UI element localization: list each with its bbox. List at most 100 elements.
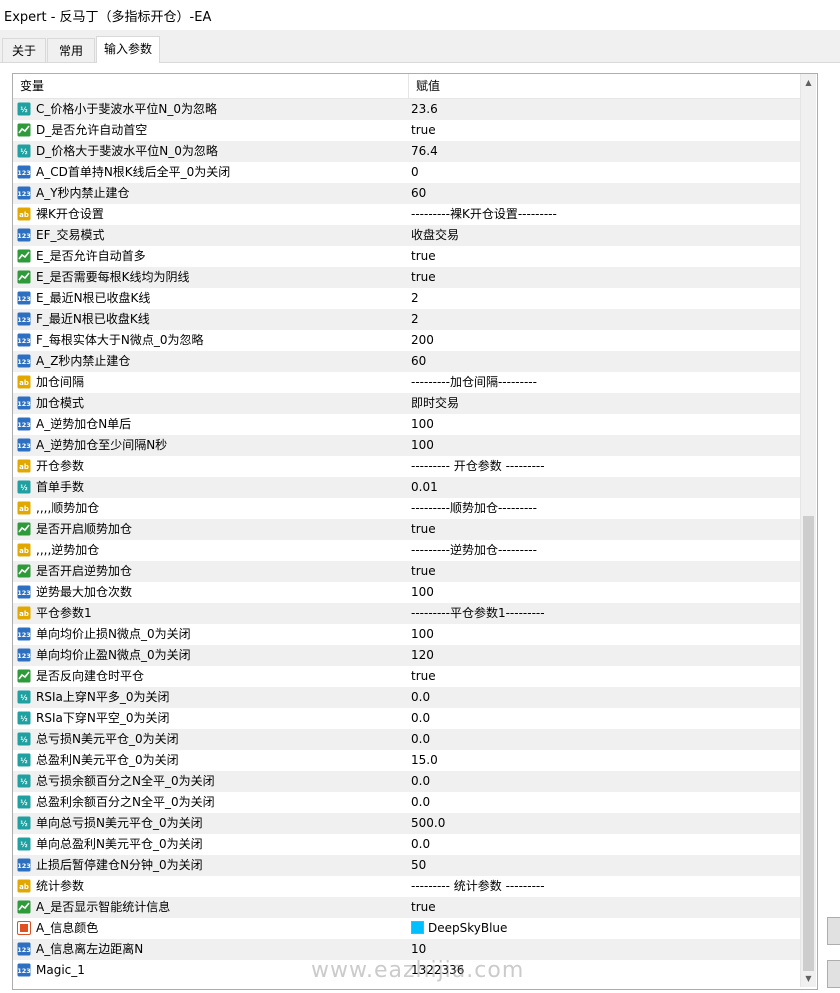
table-row[interactable]: ab 裸K开仓设置 ---------裸K开仓设置--------- <box>13 204 801 225</box>
value-text: --------- 开仓参数 --------- <box>411 459 545 473</box>
value-cell[interactable]: 2 <box>409 309 801 330</box>
value-cell[interactable]: ---------顺势加仓--------- <box>409 498 801 519</box>
value-cell[interactable]: 500.0 <box>409 813 801 834</box>
value-cell[interactable]: ---------逆势加仓--------- <box>409 540 801 561</box>
side-button-lower[interactable] <box>827 960 840 988</box>
value-cell[interactable]: ---------平仓参数1--------- <box>409 603 801 624</box>
value-cell[interactable]: true <box>409 120 801 141</box>
value-cell[interactable]: 100 <box>409 435 801 456</box>
value-cell[interactable]: 100 <box>409 414 801 435</box>
table-row[interactable]: 123 加仓模式 即时交易 <box>13 393 801 414</box>
value-cell[interactable]: 100 <box>409 582 801 603</box>
value-cell[interactable]: --------- 统计参数 --------- <box>409 876 801 897</box>
scroll-down-button[interactable]: ▼ <box>801 970 816 987</box>
value-text: 100 <box>411 417 434 431</box>
value-cell[interactable]: 10 <box>409 939 801 960</box>
table-row[interactable]: D_是否允许自动首空 true <box>13 120 801 141</box>
table-row[interactable]: 是否开启顺势加仓 true <box>13 519 801 540</box>
table-row[interactable]: E_是否需要每根K线均为阴线 true <box>13 267 801 288</box>
table-row[interactable]: 123 单向均价止损N微点_0为关闭 100 <box>13 624 801 645</box>
table-row[interactable]: ½ D_价格大于斐波水平位N_0为忽略 76.4 <box>13 141 801 162</box>
table-row[interactable]: 123 EF_交易模式 收盘交易 <box>13 225 801 246</box>
table-row[interactable]: 123 E_最近N根已收盘K线 2 <box>13 288 801 309</box>
table-row[interactable]: 123 逆势最大加仓次数 100 <box>13 582 801 603</box>
table-row[interactable]: ½ 单向总亏损N美元平仓_0为关闭 500.0 <box>13 813 801 834</box>
column-header-value[interactable]: 赋值 <box>409 74 801 98</box>
value-cell[interactable]: 0 <box>409 162 801 183</box>
table-row[interactable]: 123 单向均价止盈N微点_0为关闭 120 <box>13 645 801 666</box>
value-cell[interactable]: 15.0 <box>409 750 801 771</box>
value-cell[interactable]: 0.0 <box>409 687 801 708</box>
column-header-variable[interactable]: 变量 <box>13 74 409 98</box>
value-cell[interactable]: 76.4 <box>409 141 801 162</box>
table-row[interactable]: A_信息颜色 DeepSkyBlue <box>13 918 801 939</box>
value-cell[interactable]: 0.0 <box>409 729 801 750</box>
value-text: ---------逆势加仓--------- <box>411 543 537 557</box>
svg-text:123: 123 <box>17 946 31 954</box>
value-cell[interactable]: 0.0 <box>409 708 801 729</box>
table-row[interactable]: ½ 首单手数 0.01 <box>13 477 801 498</box>
side-button-upper[interactable] <box>827 917 840 945</box>
value-cell[interactable]: 收盘交易 <box>409 225 801 246</box>
table-row[interactable]: ab ,,,,逆势加仓 ---------逆势加仓--------- <box>13 540 801 561</box>
tab-about[interactable]: 关于 <box>2 38 46 62</box>
tab-inputs[interactable]: 输入参数 <box>96 36 160 63</box>
table-row[interactable]: ab ,,,,顺势加仓 ---------顺势加仓--------- <box>13 498 801 519</box>
value-cell[interactable]: 0.0 <box>409 771 801 792</box>
value-cell[interactable]: 0.0 <box>409 792 801 813</box>
table-row[interactable]: 123 A_逆势加仓至少间隔N秒 100 <box>13 435 801 456</box>
table-row[interactable]: ½ RSIa上穿N平多_0为关闭 0.0 <box>13 687 801 708</box>
value-cell[interactable]: true <box>409 267 801 288</box>
table-row[interactable]: ab 统计参数 --------- 统计参数 --------- <box>13 876 801 897</box>
table-row[interactable]: ab 加仓间隔 ---------加仓间隔--------- <box>13 372 801 393</box>
value-cell[interactable]: 60 <box>409 351 801 372</box>
table-row[interactable]: 123 A_Y秒内禁止建仓 60 <box>13 183 801 204</box>
value-cell[interactable]: 60 <box>409 183 801 204</box>
tab-common[interactable]: 常用 <box>47 38 95 62</box>
value-cell[interactable]: 120 <box>409 645 801 666</box>
value-cell[interactable]: 23.6 <box>409 99 801 120</box>
window-title: Expert - 反马丁（多指标开仓）-EA <box>4 10 212 25</box>
value-cell[interactable]: true <box>409 666 801 687</box>
value-cell[interactable]: 100 <box>409 624 801 645</box>
table-row[interactable]: ½ C_价格小于斐波水平位N_0为忽略 23.6 <box>13 99 801 120</box>
table-row[interactable]: ½ 总亏损余额百分之N全平_0为关闭 0.0 <box>13 771 801 792</box>
table-row[interactable]: 123 F_每根实体大于N微点_0为忽略 200 <box>13 330 801 351</box>
table-row[interactable]: ½ RSIa下穿N平空_0为关闭 0.0 <box>13 708 801 729</box>
table-row[interactable]: ab 平仓参数1 ---------平仓参数1--------- <box>13 603 801 624</box>
table-row[interactable]: 123 止损后暂停建仓N分钟_0为关闭 50 <box>13 855 801 876</box>
table-row[interactable]: ½ 单向总盈利N美元平仓_0为关闭 0.0 <box>13 834 801 855</box>
value-cell[interactable]: 0.01 <box>409 477 801 498</box>
table-row[interactable]: A_是否显示智能统计信息 true <box>13 897 801 918</box>
scroll-thumb[interactable] <box>803 516 814 971</box>
table-row[interactable]: ½ 总亏损N美元平仓_0为关闭 0.0 <box>13 729 801 750</box>
table-row[interactable]: 123 F_最近N根已收盘K线 2 <box>13 309 801 330</box>
value-cell[interactable]: 200 <box>409 330 801 351</box>
table-row[interactable]: 是否反向建仓时平仓 true <box>13 666 801 687</box>
table-row[interactable]: 123 A_Z秒内禁止建仓 60 <box>13 351 801 372</box>
table-row[interactable]: E_是否允许自动首多 true <box>13 246 801 267</box>
value-cell[interactable]: --------- 开仓参数 --------- <box>409 456 801 477</box>
table-row[interactable]: ½ 总盈利N美元平仓_0为关闭 15.0 <box>13 750 801 771</box>
inputs-grid[interactable]: 变量 赋值 ½ C_价格小于斐波水平位N_0为忽略 23.6 D_是否允许自动首空 tr… <box>12 73 818 990</box>
value-cell[interactable]: ---------加仓间隔--------- <box>409 372 801 393</box>
table-row[interactable]: 123 A_CD首单持N根K线后全平_0为关闭 0 <box>13 162 801 183</box>
value-cell[interactable]: 0.0 <box>409 834 801 855</box>
table-row[interactable]: ½ 总盈利余额百分之N全平_0为关闭 0.0 <box>13 792 801 813</box>
vertical-scrollbar[interactable]: ▲ ▼ <box>800 74 816 987</box>
value-cell[interactable]: 2 <box>409 288 801 309</box>
value-cell[interactable]: true <box>409 246 801 267</box>
value-cell[interactable]: true <box>409 561 801 582</box>
value-cell[interactable]: 即时交易 <box>409 393 801 414</box>
scroll-up-button[interactable]: ▲ <box>801 74 816 91</box>
value-cell[interactable]: 50 <box>409 855 801 876</box>
value-text: 0 <box>411 165 419 179</box>
value-cell[interactable]: true <box>409 519 801 540</box>
table-row[interactable]: 123 A_信息离左边距离N 10 <box>13 939 801 960</box>
value-cell[interactable]: true <box>409 897 801 918</box>
value-cell[interactable]: ---------裸K开仓设置--------- <box>409 204 801 225</box>
table-row[interactable]: ab 开仓参数 --------- 开仓参数 --------- <box>13 456 801 477</box>
table-row[interactable]: 是否开启逆势加仓 true <box>13 561 801 582</box>
table-row[interactable]: 123 A_逆势加仓N单后 100 <box>13 414 801 435</box>
value-cell[interactable]: DeepSkyBlue <box>409 918 801 939</box>
